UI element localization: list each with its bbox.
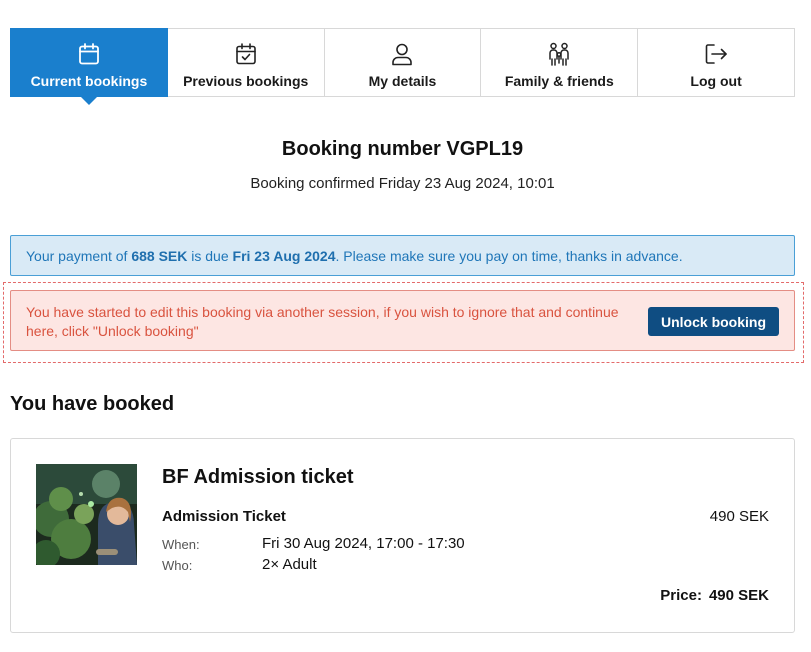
section-title: You have booked <box>10 393 175 415</box>
payment-amount: 688 SEK <box>131 247 188 264</box>
booking-locked-alert: You have started to edit this booking vi… <box>10 290 795 351</box>
calendar-check-icon <box>233 41 259 67</box>
ticket-price: 490 SEK <box>709 508 769 525</box>
tab-family-friends[interactable]: Family & friends <box>481 28 639 97</box>
unlock-booking-button[interactable]: Unlock booking <box>648 307 779 336</box>
who-label: Who: <box>162 558 193 573</box>
who-value: 2× Adult <box>262 556 317 573</box>
when-label: When: <box>162 537 200 552</box>
product-title: BF Admission ticket <box>162 466 354 488</box>
logout-icon <box>703 41 729 67</box>
alert-text: is due <box>187 247 233 264</box>
tab-previous-bookings[interactable]: Previous bookings <box>167 28 325 97</box>
user-icon <box>389 41 415 67</box>
lock-alert-message: You have started to edit this booking vi… <box>26 304 619 339</box>
booking-number-heading: Booking number VGPL19 <box>281 138 524 160</box>
tab-label: Family & friends <box>504 73 614 89</box>
family-icon <box>546 41 572 67</box>
price-label: Price: <box>660 587 702 604</box>
tab-current-bookings[interactable]: Current bookings <box>10 28 168 97</box>
calendar-icon <box>76 41 102 67</box>
price-value: 490 SEK <box>708 587 769 604</box>
tab-log-out[interactable]: Log out <box>638 28 795 97</box>
booking-item-card: BF Admission ticket Admission Ticket 490… <box>10 438 795 633</box>
tab-label: Previous bookings <box>183 73 309 89</box>
tab-label: Log out <box>690 73 742 89</box>
tab-label: My details <box>368 73 437 89</box>
payment-due-alert: Your payment of 688 SEK is due Fri 23 Au… <box>10 235 795 276</box>
tab-my-details[interactable]: My details <box>324 28 482 97</box>
when-value: Fri 30 Aug 2024, 17:00 - 17:30 <box>262 535 465 552</box>
total-price: Price: 490 SEK <box>660 587 769 604</box>
ticket-type: Admission Ticket <box>162 508 286 525</box>
account-tabs: Current bookings Previous bookings My de… <box>10 28 795 97</box>
alert-text: . Please make sure you pay on time, than… <box>335 247 683 264</box>
booking-confirmed-text: Booking confirmed Friday 23 Aug 2024, 10… <box>250 175 555 192</box>
tab-label: Current bookings <box>30 73 148 89</box>
alert-text: Your payment of <box>26 247 132 264</box>
product-image <box>36 464 137 565</box>
payment-due-date: Fri 23 Aug 2024 <box>232 247 336 264</box>
